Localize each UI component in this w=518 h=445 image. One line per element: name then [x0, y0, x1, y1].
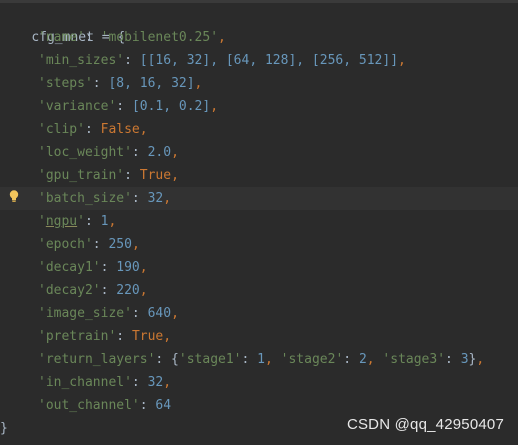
key-name: 'name': [38, 30, 85, 45]
watermark: CSDN @qq_42950407: [346, 416, 504, 433]
key-decay2: 'decay2': [38, 283, 101, 298]
code-line-pretrain: 'pretrain': True,: [38, 329, 172, 344]
key-steps: 'steps': [38, 76, 93, 91]
code-line-variance: 'variance': [0.1, 0.2],: [38, 99, 219, 114]
code-line-image-size: 'image_size': 640,: [38, 306, 179, 321]
value-decay1: 190: [116, 260, 140, 275]
key-gpu-train: 'gpu_train': [38, 168, 125, 183]
value-gpu-train: True: [139, 168, 172, 183]
code-line-return-layers: 'return_layers': {'stage1': 1, 'stage2':…: [38, 352, 485, 367]
value-stage3: 3: [460, 352, 469, 367]
code-editor[interactable]: cfg_mnet = { 'name': 'mobilenet0.25', 'm…: [0, 0, 518, 445]
value-in-channel: 32: [147, 375, 164, 390]
key-min-sizes: 'min_sizes': [38, 53, 125, 68]
key-decay1: 'decay1': [38, 260, 101, 275]
value-pretrain: True: [131, 329, 164, 344]
value-min-sizes: [[16, 32], [64, 128], [256, 512]]: [139, 53, 399, 68]
code-line-loc-weight: 'loc_weight': 2.0,: [38, 145, 179, 160]
key-in-channel: 'in_channel': [38, 375, 132, 390]
code-line-min-sizes: 'min_sizes': [[16, 32], [64, 128], [256,…: [38, 53, 406, 68]
code-line-decay1: 'decay1': 190,: [38, 260, 148, 275]
key-ngpu: ngpu: [45, 214, 78, 229]
code-line-gpu-train: 'gpu_train': True,: [38, 168, 179, 183]
value-name: 'mobilenet0.25': [100, 30, 219, 45]
value-variance: [0.1, 0.2]: [131, 99, 211, 114]
value-image-size: 640: [147, 306, 172, 321]
key-stage3: 'stage3': [382, 352, 446, 367]
value-steps: [8, 16, 32]: [108, 76, 195, 91]
key-loc-weight: 'loc_weight': [38, 145, 132, 160]
key-image-size: 'image_size': [38, 306, 132, 321]
code-line-1: cfg_mnet = {: [0, 3, 518, 45]
key-batch-size: 'batch_size': [38, 191, 132, 206]
key-variance: 'variance': [38, 99, 117, 114]
code-line-name: 'name': 'mobilenet0.25',: [38, 30, 226, 45]
key-return-layers: 'return_layers': [38, 352, 156, 367]
code-line-clip: 'clip': False,: [38, 122, 148, 137]
code-line-batch-size: 'batch_size': 32,: [0, 187, 518, 210]
closing-brace: }: [0, 421, 8, 436]
key-stage2: 'stage2': [280, 352, 344, 367]
code-line-epoch: 'epoch': 250,: [38, 237, 140, 252]
code-line-ngpu: 'ngpu': 1,: [38, 214, 117, 229]
code-line-decay2: 'decay2': 220,: [38, 283, 148, 298]
value-decay2: 220: [116, 283, 140, 298]
value-clip: False: [100, 122, 140, 137]
value-stage2: 2: [358, 352, 367, 367]
key-stage1: 'stage1': [178, 352, 242, 367]
key-clip: 'clip': [38, 122, 85, 137]
key-epoch: 'epoch': [38, 237, 93, 252]
value-stage1: 1: [257, 352, 265, 367]
key-out-channel: 'out_channel': [38, 398, 140, 413]
value-loc-weight: 2.0: [147, 145, 172, 160]
value-epoch: 250: [108, 237, 132, 252]
key-pretrain: 'pretrain': [38, 329, 117, 344]
lightbulb-icon[interactable]: [9, 190, 19, 203]
value-out-channel: 64: [155, 398, 172, 413]
code-line-in-channel: 'in_channel': 32,: [38, 375, 172, 390]
code-line-out-channel: 'out_channel': 64: [38, 398, 172, 413]
code-line-steps: 'steps': [8, 16, 32],: [38, 76, 203, 91]
value-batch-size: 32: [147, 191, 164, 206]
